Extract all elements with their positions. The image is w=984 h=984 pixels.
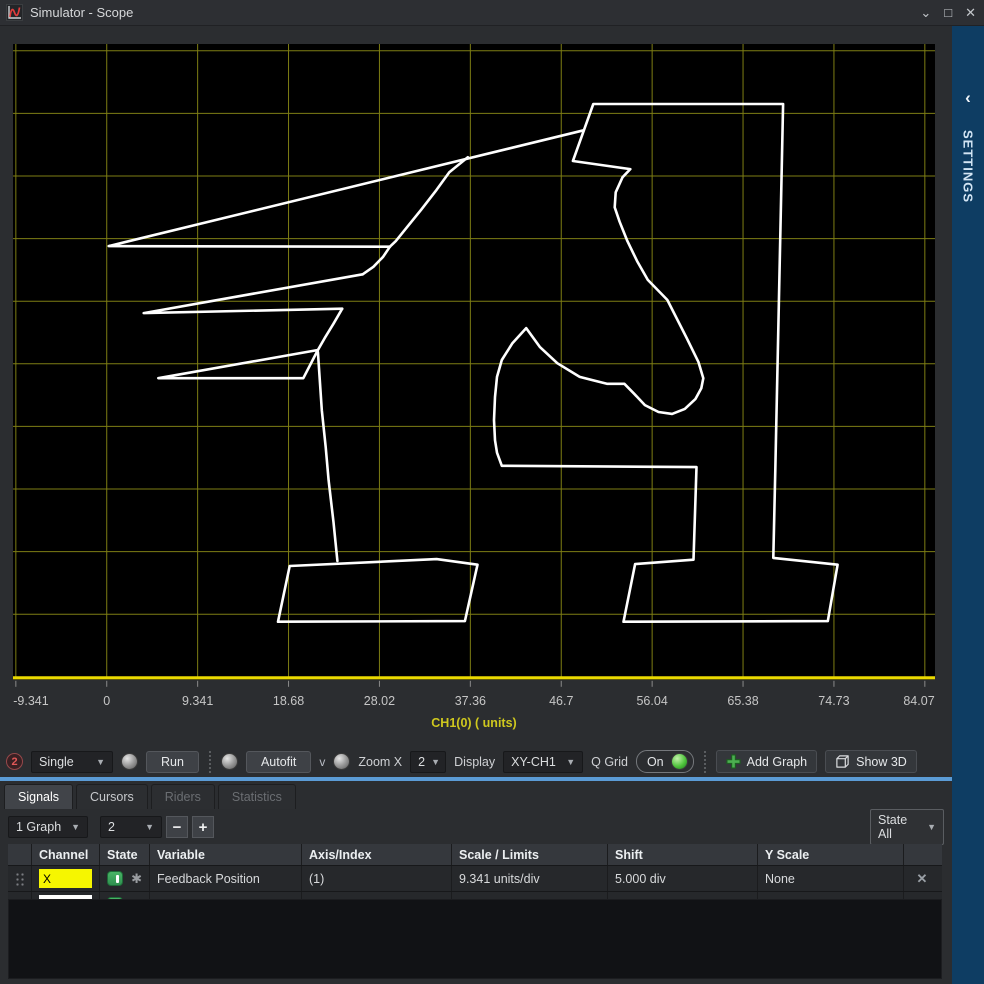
cube-3d-icon xyxy=(835,754,850,769)
svg-text:18.68: 18.68 xyxy=(273,694,304,708)
chevron-down-icon: ▼ xyxy=(566,757,575,767)
trigger-mode-select[interactable]: Single ▼ xyxy=(31,751,113,773)
autofit-led-icon xyxy=(221,753,238,770)
chevron-down-icon: ▼ xyxy=(96,757,105,767)
show-3d-button[interactable]: Show 3D xyxy=(825,750,917,773)
toolbar-separator xyxy=(704,751,706,773)
x-axis-ticks xyxy=(16,681,925,687)
y-scale-cell[interactable]: None xyxy=(758,866,904,891)
channel-cell[interactable]: X xyxy=(39,869,92,888)
scope-plot-panel: -9.341 0 9.341 18.68 28.02 37.36 46.7 56.04 65.3… xyxy=(0,26,952,745)
remove-signal-button[interactable]: − xyxy=(166,816,188,838)
shift-cell[interactable]: 5.000 div xyxy=(608,866,758,891)
svg-text:46.7: 46.7 xyxy=(549,694,573,708)
xy-plot[interactable]: -9.341 0 9.341 18.68 28.02 37.36 46.7 56.04 65.3… xyxy=(0,26,952,745)
state-all-select[interactable]: State All ▼ xyxy=(870,809,944,845)
header-scale-limits: Scale / Limits xyxy=(452,844,608,865)
tab-riders: Riders xyxy=(151,784,215,809)
tab-cursors[interactable]: Cursors xyxy=(76,784,148,809)
header-axis-index: Axis/Index xyxy=(302,844,452,865)
table-row: X ✱ Feedback Position (1) 9.341 units/di… xyxy=(8,865,942,891)
graph-select[interactable]: 1 Graph ▼ xyxy=(8,816,88,838)
settings-side-tab[interactable]: ‹ SETTINGS xyxy=(952,26,984,984)
header-state: State xyxy=(100,844,150,865)
table-header-row: Channel State Variable Axis/Index Scale … xyxy=(8,844,942,865)
autofit-dropdown-arrow[interactable]: v xyxy=(319,755,325,769)
qgrid-toggle[interactable]: On xyxy=(636,750,694,773)
window-shade-button[interactable]: ⌄ xyxy=(918,5,933,21)
x-tick-labels: -9.341 0 9.341 18.68 28.02 37.36 46.7 56.04 65.3… xyxy=(13,694,934,708)
graph-controls-row: 1 Graph ▼ 2 ▼ − + State All ▼ xyxy=(8,814,944,840)
header-variable: Variable xyxy=(150,844,302,865)
chevron-down-icon: ▼ xyxy=(927,822,936,832)
chevron-down-icon: ▼ xyxy=(71,822,80,832)
app-waveform-icon xyxy=(6,4,23,21)
svg-text:37.36: 37.36 xyxy=(455,694,486,708)
collapse-chevron-icon[interactable]: ‹ xyxy=(965,88,971,108)
signal-state-button[interactable] xyxy=(107,871,123,886)
window-close-button[interactable]: ✕ xyxy=(963,5,978,21)
tab-signals[interactable]: Signals xyxy=(4,784,73,809)
chevron-down-icon: ▼ xyxy=(145,822,154,832)
signal-count-select[interactable]: 2 ▼ xyxy=(100,816,162,838)
window-title: Simulator - Scope xyxy=(30,5,133,20)
green-plus-icon xyxy=(726,754,741,769)
zoom-led-icon xyxy=(333,753,350,770)
svg-text:56.04: 56.04 xyxy=(636,694,667,708)
svg-text:74.73: 74.73 xyxy=(818,694,849,708)
settings-tab-label[interactable]: SETTINGS xyxy=(961,130,976,203)
svg-text:9.341: 9.341 xyxy=(182,694,213,708)
remove-row-button[interactable]: ✕ xyxy=(917,871,928,887)
chevron-down-icon: ▼ xyxy=(431,757,440,767)
empty-panel-area xyxy=(8,899,942,979)
scale-cell[interactable]: 9.341 units/div xyxy=(452,866,608,891)
toolbar-separator xyxy=(209,751,211,773)
header-y-scale: Y Scale xyxy=(758,844,904,865)
qgrid-on-led-icon xyxy=(671,753,688,770)
autofit-button[interactable]: Autofit xyxy=(246,751,311,773)
window-maximize-button[interactable]: □ xyxy=(942,5,954,20)
axis-index-cell[interactable]: (1) xyxy=(302,866,452,891)
add-graph-button[interactable]: Add Graph xyxy=(716,750,817,773)
variable-cell[interactable]: Feedback Position xyxy=(150,866,302,891)
graph-count-badge: 2 xyxy=(6,753,23,770)
run-led-icon xyxy=(121,753,138,770)
scope-toolbar: 2 Single ▼ Run Autofit v Zoom X 2 ▼ Disp… xyxy=(0,745,952,778)
drag-dots-icon xyxy=(15,872,24,886)
svg-text:0: 0 xyxy=(103,694,110,708)
svg-text:-9.341: -9.341 xyxy=(13,694,48,708)
svg-text:65.38: 65.38 xyxy=(727,694,758,708)
run-button[interactable]: Run xyxy=(146,751,199,773)
tab-statistics: Statistics xyxy=(218,784,296,809)
svg-text:28.02: 28.02 xyxy=(364,694,395,708)
zoom-x-label: Zoom X xyxy=(358,755,402,769)
display-label: Display xyxy=(454,755,495,769)
add-signal-button[interactable]: + xyxy=(192,816,214,838)
header-shift: Shift xyxy=(608,844,758,865)
svg-text:84.07: 84.07 xyxy=(903,694,934,708)
display-mode-select[interactable]: XY-CH1 ▼ xyxy=(503,751,583,773)
panel-tab-bar: Signals Cursors Riders Statistics xyxy=(4,784,299,809)
x-axis-title: CH1(0) ( units) xyxy=(13,716,935,730)
qgrid-label: Q Grid xyxy=(591,755,628,769)
zoom-factor-select[interactable]: 2 ▼ xyxy=(410,751,446,773)
asterisk-icon[interactable]: ✱ xyxy=(131,871,142,887)
title-bar: Simulator - Scope ⌄ □ ✕ xyxy=(0,0,984,26)
header-channel: Channel xyxy=(32,844,100,865)
signals-panel: Signals Cursors Riders Statistics 1 Grap… xyxy=(0,781,952,984)
drag-handle[interactable] xyxy=(8,866,32,891)
